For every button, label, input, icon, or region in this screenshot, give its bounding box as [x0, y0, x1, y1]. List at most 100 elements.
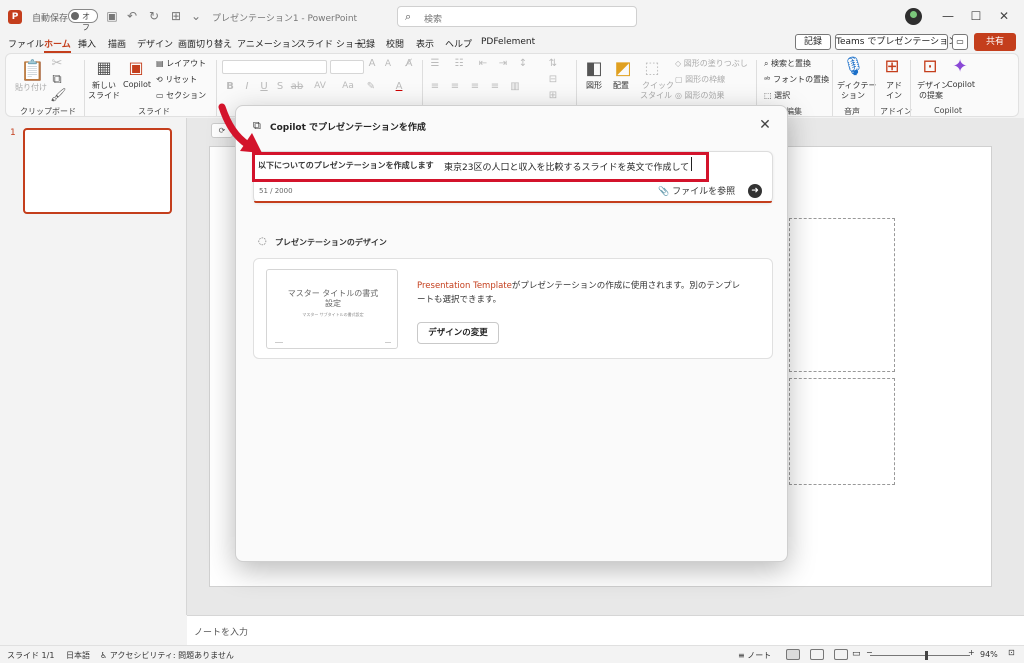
tab-file[interactable]: ファイル [8, 37, 44, 50]
addins-icon[interactable]: ⊞ [882, 56, 902, 77]
paste-label[interactable]: 貼り付け [15, 82, 47, 93]
zoom-in-icon[interactable]: + [968, 648, 975, 657]
tab-design[interactable]: デザイン [137, 37, 173, 50]
format-painter-icon[interactable]: 🖌 [50, 88, 67, 103]
change-case-icon[interactable]: Aa [340, 81, 356, 91]
shape-effects-button[interactable]: ◎ 図形の効果 [675, 90, 725, 101]
tab-animations[interactable]: アニメーション [237, 37, 300, 50]
record-button[interactable]: 記録 [795, 34, 831, 50]
italic-icon[interactable]: I [241, 81, 253, 92]
tab-transitions[interactable]: 画面切り替え [178, 37, 232, 50]
columns-icon[interactable]: ▥ [508, 81, 522, 92]
addins-label-2[interactable]: イン [886, 90, 902, 101]
tab-help[interactable]: ヘルプ [445, 37, 472, 50]
quick-styles-label-2[interactable]: スタイル [640, 90, 672, 101]
arrange-label[interactable]: 配置 [613, 80, 629, 91]
shapes-icon[interactable]: ◧ [583, 58, 605, 79]
copilot-slide-label[interactable]: Copilot [123, 80, 151, 89]
fit-to-window-icon[interactable]: ⊡ [1008, 648, 1015, 657]
zoom-slider[interactable] [870, 655, 970, 656]
clear-format-icon[interactable]: A̸ [402, 58, 416, 69]
tab-view[interactable]: 表示 [416, 37, 434, 50]
autosave-toggle[interactable]: オフ [68, 9, 98, 32]
font-color-icon[interactable]: A [392, 81, 406, 92]
tab-pdfelement[interactable]: PDFelement [481, 37, 535, 47]
teams-present-button[interactable]: Teams でプレゼンテーション [835, 34, 957, 50]
slide-thumbnail[interactable] [23, 128, 172, 214]
font-grow-icon[interactable]: A [366, 58, 378, 69]
tab-draw[interactable]: 描画 [108, 37, 126, 50]
section-button[interactable]: ▭ セクション [156, 90, 206, 101]
zoom-slider-knob[interactable] [925, 651, 928, 660]
reset-button[interactable]: ⟲ リセット [156, 74, 197, 85]
decrease-indent-icon[interactable]: ⇤ [476, 58, 490, 69]
paste-icon[interactable]: 📋 [20, 58, 45, 82]
underline-icon[interactable]: U [258, 81, 270, 92]
avatar[interactable] [905, 8, 922, 25]
line-spacing-icon[interactable]: ↕ [516, 58, 530, 69]
change-design-button[interactable]: デザインの変更 [417, 322, 499, 344]
slide-sorter-icon[interactable] [810, 649, 824, 660]
char-spacing-icon[interactable]: AV [312, 81, 328, 91]
find-replace-button[interactable]: ⌕ 検索と置換 [764, 58, 811, 69]
browse-files-button[interactable]: 📎 ファイルを参照 [658, 184, 735, 197]
title-placeholder[interactable] [789, 218, 895, 372]
font-size-select[interactable] [330, 60, 364, 74]
new-slide-icon[interactable]: ▦ [94, 58, 114, 77]
reading-view-icon[interactable] [834, 649, 848, 660]
tab-record[interactable]: 記録 [357, 37, 375, 50]
copy-icon[interactable]: ⧉ [50, 72, 64, 87]
close-window-icon[interactable]: ✕ [993, 6, 1015, 26]
send-arrow-icon[interactable]: ➜ [748, 184, 762, 198]
bullets-icon[interactable]: ☰ [428, 58, 442, 69]
select-button[interactable]: ⬚ 選択 [764, 90, 790, 101]
bold-icon[interactable]: B [224, 81, 236, 92]
microphone-icon[interactable]: 🎙 [842, 56, 865, 77]
close-icon[interactable]: ✕ [756, 116, 774, 134]
minimize-icon[interactable]: — [937, 6, 959, 26]
tab-insert[interactable]: 挿入 [78, 37, 96, 50]
align-text-icon[interactable]: ⊟ [546, 74, 560, 85]
present-icon[interactable]: ⊞ [168, 8, 184, 24]
increase-indent-icon[interactable]: ⇥ [496, 58, 510, 69]
copilot-slide-icon[interactable]: ▣ [126, 58, 146, 77]
designer-label-2[interactable]: の提案 [919, 90, 943, 101]
zoom-level[interactable]: 94% [980, 650, 998, 659]
arrange-icon[interactable]: ◩ [612, 58, 634, 79]
shape-fill-button[interactable]: ◇ 図形の塗りつぶし [675, 58, 748, 69]
align-left-icon[interactable]: ≡ [428, 81, 442, 92]
justify-icon[interactable]: ≡ [488, 81, 502, 92]
dictate-label-2[interactable]: ション [841, 90, 865, 101]
customize-qat-icon[interactable]: ⌄ [188, 8, 204, 24]
align-right-icon[interactable]: ≡ [468, 81, 482, 92]
copilot-icon[interactable]: ✦ [950, 56, 970, 77]
accessibility-status[interactable]: ♿ アクセシビリティ: 問題ありません [100, 650, 234, 661]
normal-view-icon[interactable] [786, 649, 800, 660]
font-shrink-icon[interactable]: A [382, 59, 394, 69]
shadow-icon[interactable]: S [274, 81, 286, 92]
undo-icon[interactable]: ↶ [124, 8, 140, 24]
new-slide-label-2[interactable]: スライド [88, 90, 120, 101]
copilot-label[interactable]: Copilot [947, 80, 975, 89]
font-name-select[interactable] [222, 60, 327, 74]
notes-toggle[interactable]: ≡ ノート [738, 650, 771, 661]
numbering-icon[interactable]: ☷ [452, 58, 466, 69]
tab-home[interactable]: ホーム [44, 37, 71, 53]
layout-button[interactable]: ▤ レイアウト [156, 58, 206, 69]
maximize-icon[interactable]: ☐ [965, 6, 987, 26]
replace-font-button[interactable]: ᵃᵇ フォントの置換 [764, 74, 829, 85]
comment-icon[interactable]: ▭ [952, 34, 968, 50]
share-button[interactable]: 共有 [974, 33, 1016, 51]
template-link[interactable]: Presentation Template [417, 281, 512, 291]
language-indicator[interactable]: 日本語 [66, 650, 90, 661]
shape-outline-button[interactable]: ▢ 図形の枠線 [675, 74, 725, 85]
tab-review[interactable]: 校閲 [386, 37, 404, 50]
redo-icon[interactable]: ↻ [146, 8, 162, 24]
subtitle-placeholder[interactable] [789, 378, 895, 485]
shapes-label[interactable]: 図形 [586, 80, 602, 91]
quick-styles-icon[interactable]: ⬚ [641, 58, 663, 77]
save-icon[interactable]: ▣ [104, 8, 120, 24]
cut-icon[interactable]: ✂ [50, 56, 64, 71]
search-box[interactable]: ⌕ 検索 [397, 6, 637, 27]
strikethrough-icon[interactable]: ab [290, 81, 304, 92]
